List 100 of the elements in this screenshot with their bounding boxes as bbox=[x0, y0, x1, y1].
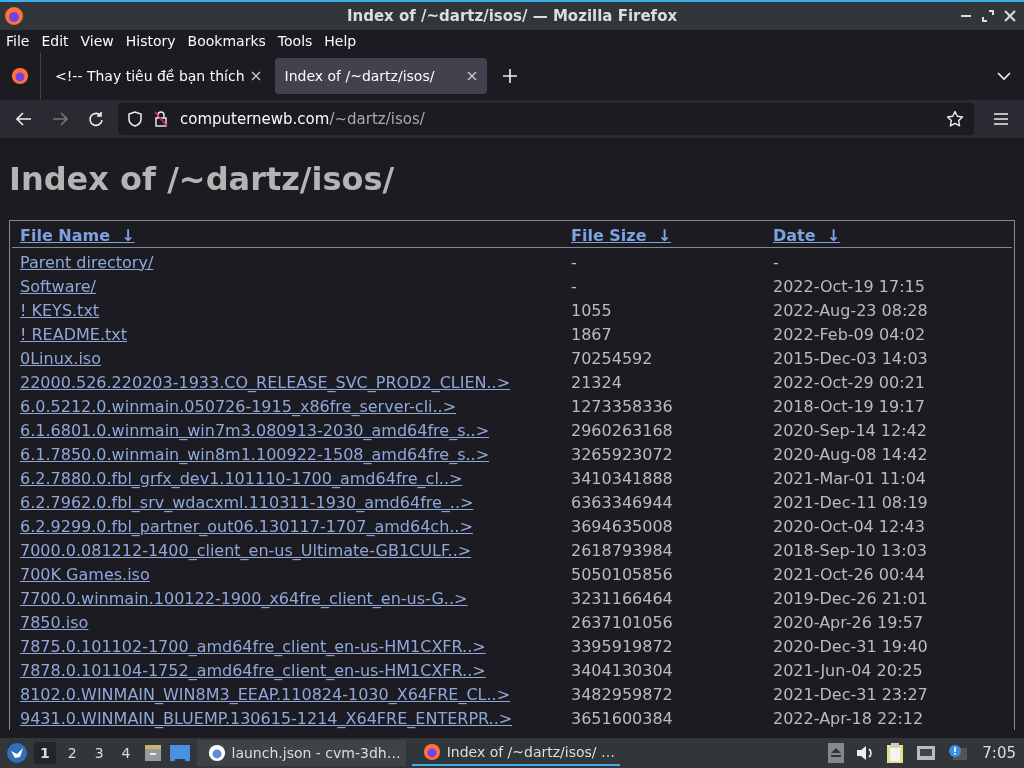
file-link[interactable]: 8102.0.WINMAIN_WIN8M3_EEAP.110824-1030_X64FRE_CL..> bbox=[20, 684, 511, 704]
file-link[interactable]: 6.0.5212.0.winmain.050726-1915_x86fre_server-cli..> bbox=[20, 396, 457, 416]
file-link[interactable]: 700K Games.iso bbox=[20, 564, 150, 584]
file-size: 2637101056 bbox=[571, 612, 673, 632]
file-link[interactable]: 6.1.6801.0.winmain_win7m3.080913-2030_amd64fre_s..> bbox=[20, 420, 490, 440]
file-date: 2019-Dec-26 21:01 bbox=[773, 588, 928, 608]
app-icon bbox=[207, 744, 226, 762]
network-icon[interactable] bbox=[916, 745, 937, 761]
workspace-button[interactable]: 1 bbox=[34, 742, 56, 764]
back-arrow-icon[interactable] bbox=[16, 112, 32, 126]
close-icon[interactable] bbox=[1004, 10, 1016, 22]
file-link[interactable]: 6.2.9299.0.fbl_partner_out06.130117-1707_amd64ch..> bbox=[20, 516, 473, 536]
file-link[interactable]: 9431.0.WINMAIN_BLUEMP.130615-1214_X64FRE_ENTERPR..> bbox=[20, 708, 513, 728]
reload-icon[interactable] bbox=[88, 111, 104, 127]
page-heading: Index of /~dartz/isos/ bbox=[9, 160, 396, 198]
file-link[interactable]: ! KEYS.txt bbox=[20, 300, 100, 320]
window-title: Index of /~dartz/isos/ — Mozilla Firefox bbox=[346, 7, 678, 25]
file-date: 2021-Dec-31 23:27 bbox=[773, 684, 928, 704]
file-date: 2018-Sep-10 13:03 bbox=[773, 540, 927, 560]
file-link[interactable]: 7878.0.101104-1752_amd64fre_client_en-us-HM1CXFR..> bbox=[20, 660, 486, 680]
file-date: 2015-Dec-03 14:03 bbox=[773, 348, 928, 368]
file-link[interactable]: 7700.0.winmain.100122-1900_x64fre_client_en-us-G..> bbox=[20, 588, 468, 608]
file-date: - bbox=[773, 252, 779, 272]
file-link[interactable]: Parent directory/ bbox=[20, 252, 154, 272]
column-header-link[interactable]: File Name ↓ bbox=[20, 225, 135, 245]
file-link[interactable]: 7850.iso bbox=[20, 612, 89, 632]
address-bar[interactable]: computernewb.com/~dartz/isos/ bbox=[118, 103, 974, 135]
star-icon[interactable] bbox=[946, 110, 964, 128]
browser-tab[interactable]: <!-- Thay tiêu đề bạn thích bbox=[45, 58, 271, 94]
file-size: 70254592 bbox=[571, 348, 653, 368]
taskbar-window-button[interactable]: launch.json - cvm-3dh… bbox=[196, 740, 406, 766]
file-size: 3404130304 bbox=[571, 660, 673, 680]
new-tab-icon[interactable] bbox=[502, 69, 517, 83]
file-link[interactable]: 6.2.7880.0.fbl_grfx_dev1.101110-1700_amd64fre_cl..> bbox=[20, 468, 463, 488]
file-date: 2021-Jun-04 20:25 bbox=[773, 660, 923, 680]
eject-icon[interactable] bbox=[828, 743, 845, 763]
file-date: 2021-Mar-01 11:04 bbox=[773, 468, 926, 488]
file-size: 1867 bbox=[571, 324, 612, 344]
app-launcher-icon[interactable] bbox=[6, 742, 28, 764]
file-link[interactable]: 22000.526.220203-1933.CO_RELEASE_SVC_PROD2_CLIEN..> bbox=[20, 372, 511, 392]
file-size: 3410341888 bbox=[571, 468, 673, 488]
file-size: 3651600384 bbox=[571, 708, 673, 728]
close-icon[interactable] bbox=[250, 71, 261, 81]
file-link[interactable]: 6.1.7850.0.winmain_win8m1.100922-1508_amd64fre_s..> bbox=[20, 444, 490, 464]
file-size: 2618793984 bbox=[571, 540, 673, 560]
speaker-icon[interactable] bbox=[856, 745, 875, 761]
file-size: 5050105856 bbox=[571, 564, 673, 584]
notification-icon[interactable] bbox=[948, 744, 969, 762]
file-link[interactable]: Software/ bbox=[20, 276, 96, 296]
file-date: 2020-Aug-08 14:42 bbox=[773, 444, 928, 464]
forward-arrow-icon[interactable] bbox=[52, 112, 68, 126]
column-header-link[interactable]: Date ↓ bbox=[773, 225, 841, 245]
chevron-down-icon[interactable] bbox=[997, 71, 1011, 81]
workspace-button[interactable]: 4 bbox=[115, 742, 137, 764]
file-date: 2020-Dec-31 19:40 bbox=[773, 636, 928, 656]
menu-item[interactable]: View bbox=[74, 33, 120, 49]
file-size: - bbox=[571, 252, 577, 272]
file-date: 2020-Oct-04 12:43 bbox=[773, 516, 925, 536]
column-header-link[interactable]: File Size ↓ bbox=[571, 225, 672, 245]
file-size: 3231166464 bbox=[571, 588, 673, 608]
file-cabinet-icon[interactable] bbox=[142, 743, 163, 763]
browser-tab[interactable]: Index of /~dartz/isos/ bbox=[274, 58, 487, 94]
file-size: 6363346944 bbox=[571, 492, 673, 512]
file-date: 2022-Feb-09 04:02 bbox=[773, 324, 926, 344]
file-size: 2960263168 bbox=[571, 420, 673, 440]
file-link[interactable]: 7875.0.101102-1700_amd64fre_client_en-us-HM1CXFR..> bbox=[20, 636, 486, 656]
file-link[interactable]: 6.2.7962.0.fbl_srv_wdacxml.110311-1930_amd64fre_..> bbox=[20, 492, 474, 512]
maximize-icon[interactable] bbox=[982, 10, 994, 22]
file-link[interactable]: 7000.0.081212-1400_client_en-us_Ultimate-GB1CULF..> bbox=[20, 540, 472, 560]
file-date: 2022-Apr-18 22:12 bbox=[773, 708, 924, 728]
file-link[interactable]: ! README.txt bbox=[20, 324, 127, 344]
lock-icon[interactable] bbox=[154, 111, 168, 127]
desktop-icon[interactable] bbox=[168, 744, 191, 762]
file-date: 2018-Oct-19 19:17 bbox=[773, 396, 925, 416]
file-size: 1055 bbox=[571, 300, 612, 320]
close-icon[interactable] bbox=[466, 71, 477, 81]
browser-logo-icon bbox=[422, 743, 441, 761]
menu-item[interactable]: Help bbox=[318, 33, 363, 49]
shield-icon[interactable] bbox=[128, 111, 142, 127]
file-date: 2021-Dec-11 08:19 bbox=[773, 492, 928, 512]
file-size: 3265923072 bbox=[571, 444, 673, 464]
menu-item[interactable]: Bookmarks bbox=[181, 33, 272, 49]
file-date: 2020-Sep-14 12:42 bbox=[773, 420, 927, 440]
file-date: 2020-Apr-26 19:57 bbox=[773, 612, 924, 632]
file-date: 2022-Aug-23 08:28 bbox=[773, 300, 928, 320]
taskbar-window-button[interactable]: Index of /~dartz/isos/ … bbox=[411, 740, 621, 766]
menu-item[interactable]: Tools bbox=[271, 33, 319, 49]
file-size: 3694635008 bbox=[571, 516, 673, 536]
file-size: - bbox=[571, 276, 577, 296]
menu-icon[interactable] bbox=[994, 113, 1008, 125]
workspace-button[interactable]: 2 bbox=[61, 742, 83, 764]
browser-logo-icon bbox=[4, 6, 24, 26]
browser-logo-icon[interactable] bbox=[11, 67, 29, 85]
menu-item[interactable]: Edit bbox=[35, 33, 75, 49]
workspace-button[interactable]: 3 bbox=[88, 742, 110, 764]
clipboard-icon[interactable] bbox=[886, 742, 905, 764]
clock: 7:05 bbox=[982, 744, 1016, 762]
menu-item[interactable]: History bbox=[119, 33, 182, 49]
file-link[interactable]: 0Linux.iso bbox=[20, 348, 101, 368]
menu-item[interactable]: File bbox=[0, 33, 36, 49]
